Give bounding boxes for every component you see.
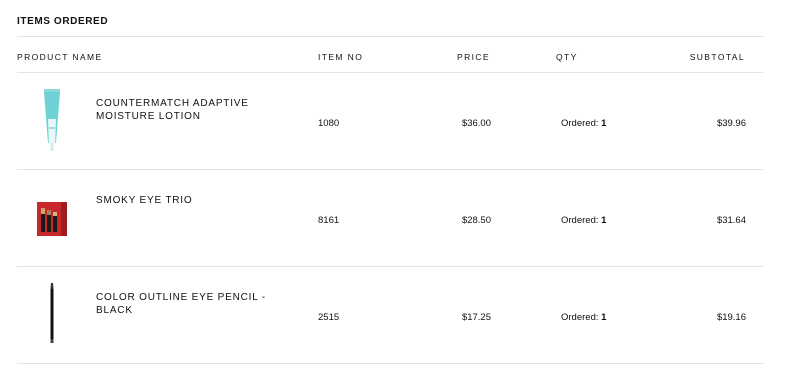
eye-trio-box-icon[interactable] [35,186,69,250]
eye-pencil-icon[interactable] [35,283,69,347]
quantity: Ordered: 1 [561,118,606,129]
item-price: $28.50 [461,215,491,226]
table-row: COLOR OUTLINE EYE PENCIL - BLACK 2515 $1… [17,267,763,363]
item-number: 2515 [318,312,340,323]
items-ordered-title: ITEMS ORDERED [17,16,109,27]
item-number: 8161 [318,215,340,226]
quantity-value: 1 [601,118,607,129]
quantity-label: Ordered: [561,118,599,129]
item-subtotal: $39.96 [716,118,746,129]
header-subtotal: SUBTOTAL [689,52,745,62]
product-name[interactable]: COUNTERMATCH ADAPTIVE MOISTURE LOTION [96,97,271,123]
item-price: $36.00 [461,118,491,129]
header-product-name: PRODUCT NAME [17,52,103,62]
title-divider [17,36,763,37]
quantity-label: Ordered: [561,312,599,323]
header-qty: QTY [556,52,578,62]
item-number: 1080 [318,118,340,129]
product-name[interactable]: SMOKY EYE TRIO [96,194,271,207]
product-name[interactable]: COLOR OUTLINE EYE PENCIL - BLACK [96,291,271,317]
item-subtotal: $31.64 [716,215,746,226]
table-row: COUNTERMATCH ADAPTIVE MOISTURE LOTION 10… [17,73,763,169]
item-subtotal: $19.16 [716,312,746,323]
item-price: $17.25 [461,312,491,323]
quantity: Ordered: 1 [561,215,606,226]
table-row: SMOKY EYE TRIO 8161 $28.50 Ordered: 1 $3… [17,170,763,266]
quantity-label: Ordered: [561,215,599,226]
quantity-value: 1 [601,215,607,226]
lotion-tube-icon[interactable] [35,89,69,153]
quantity: Ordered: 1 [561,312,606,323]
header-price: PRICE [457,52,490,62]
row-divider [17,363,763,364]
header-item-no: ITEM NO [318,52,364,62]
quantity-value: 1 [601,312,607,323]
